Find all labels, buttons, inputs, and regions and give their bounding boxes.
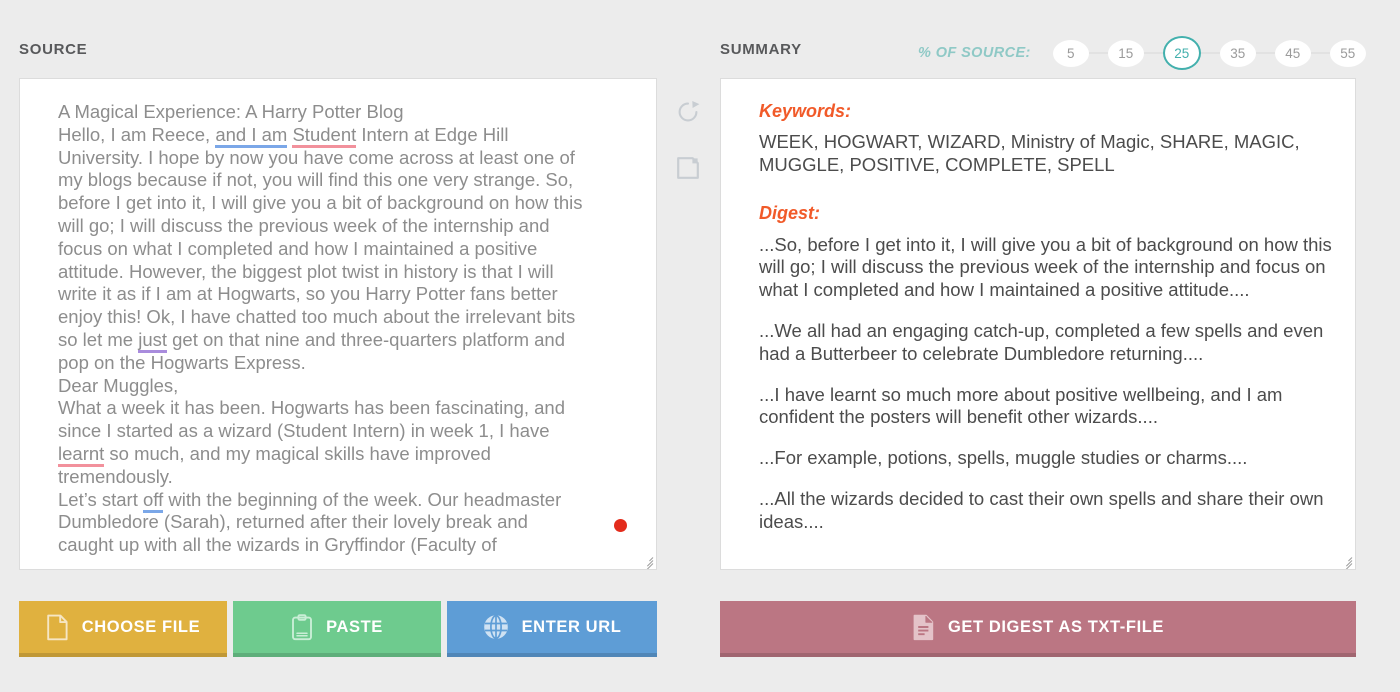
source-textarea[interactable]: A Magical Experience: A Harry Potter Blo… xyxy=(19,78,657,570)
percent-step-45[interactable]: 45 xyxy=(1274,39,1311,67)
source-line: A Magical Experience: A Harry Potter Blo… xyxy=(58,101,404,122)
enter-url-button[interactable]: ENTER URL xyxy=(447,601,657,657)
middle-toolbar xyxy=(668,92,712,188)
source-line: learnt so much, and my magical skills ha… xyxy=(58,442,491,467)
get-digest-label: GET DIGEST AS TXT-FILE xyxy=(947,617,1165,636)
source-line: tremendously. xyxy=(58,465,173,487)
choose-file-label: CHOOSE FILE xyxy=(81,617,201,636)
source-line: Dumbledore (Sarah), returned after their… xyxy=(58,511,528,533)
digest-paragraph: ...So, before I get into it, I will give… xyxy=(759,233,1332,301)
source-line: since I started as a wizard (Student Int… xyxy=(58,420,550,442)
source-line: attitude. However, the biggest plot twis… xyxy=(58,260,554,282)
paste-button[interactable]: PASTE xyxy=(233,601,441,657)
panel-headers: SOURCE SUMMARY % OF SOURCE: 5 15 25 35 4… xyxy=(0,36,1400,70)
percent-step-55[interactable]: 55 xyxy=(1329,39,1366,67)
keywords-heading: Keywords: xyxy=(759,101,852,121)
paste-label: PASTE xyxy=(326,617,383,636)
percent-connector xyxy=(1310,52,1330,54)
digest-paragraph: ...I have learnt so much more about posi… xyxy=(759,383,1283,428)
percent-step-track: 5 15 25 35 45 55 xyxy=(1052,36,1366,70)
source-line: University. I hope by now you have come … xyxy=(58,146,575,168)
percent-step-35[interactable]: 35 xyxy=(1219,39,1256,67)
source-line: pop on the Hogwarts Express. xyxy=(58,351,306,373)
globe-icon xyxy=(483,614,509,640)
page-title-source: SOURCE xyxy=(19,41,88,58)
source-line: Hello, I am Reece, and I am Student Inte… xyxy=(58,123,508,148)
source-line: What a week it has been. Hogwarts has be… xyxy=(58,397,565,419)
percent-connector xyxy=(1255,52,1275,54)
digest-paragraph: ...We all had an engaging catch-up, comp… xyxy=(759,319,1324,364)
page-title-summary: SUMMARY xyxy=(720,41,802,58)
summary-text-body: Keywords: WEEK, HOGWART, WIZARD, Ministr… xyxy=(721,79,1355,562)
source-line: focus on what I completed and how I main… xyxy=(58,237,538,259)
get-digest-button[interactable]: GET DIGEST AS TXT-FILE xyxy=(720,601,1356,657)
annotation-underline-pink: Student xyxy=(292,123,357,148)
source-line: Dear Muggles, xyxy=(58,374,179,396)
percent-connector xyxy=(1200,52,1220,54)
keywords-list: WEEK, HOGWART, WIZARD, Ministry of Magic… xyxy=(759,131,1300,175)
source-line: will go; I will discuss the previous wee… xyxy=(58,214,550,236)
percent-connector xyxy=(1088,52,1108,54)
red-dot-marker xyxy=(614,519,627,532)
source-line: so let me just get on that nine and thre… xyxy=(58,328,565,353)
percent-connector xyxy=(1143,52,1163,54)
annotation-underline-blue: off xyxy=(143,488,164,513)
new-page-icon[interactable] xyxy=(668,148,708,188)
source-line: caught up with all the wizards in Gryffi… xyxy=(58,534,497,556)
percent-of-source-selector[interactable]: % OF SOURCE: 5 15 25 35 45 55 xyxy=(918,36,1366,70)
annotation-underline-pink: learnt xyxy=(58,442,105,467)
source-text-content: A Magical Experience: A Harry Potter Blo… xyxy=(58,101,632,557)
digest-paragraph: ...For example, potions, spells, muggle … xyxy=(759,447,1248,469)
refresh-icon[interactable] xyxy=(668,92,708,132)
digest-paragraph: ...All the wizards decided to cast their… xyxy=(759,487,1324,532)
source-line: write it as if I am at Hogwarts, so you … xyxy=(58,283,558,305)
source-line: before I get into it, I will give you a … xyxy=(58,192,583,214)
digest-app: SOURCE SUMMARY % OF SOURCE: 5 15 25 35 4… xyxy=(0,0,1400,692)
annotation-underline-blue: and I am xyxy=(215,123,288,148)
choose-file-button[interactable]: CHOOSE FILE xyxy=(19,601,227,657)
summary-textarea[interactable]: Keywords: WEEK, HOGWART, WIZARD, Ministr… xyxy=(720,78,1356,570)
source-text-body[interactable]: A Magical Experience: A Harry Potter Blo… xyxy=(20,79,656,567)
file-icon xyxy=(46,614,69,641)
source-line: enjoy this! Ok, I have chatted too much … xyxy=(58,306,576,328)
digest-heading: Digest: xyxy=(759,202,821,223)
clipboard-icon xyxy=(291,613,313,641)
txt-file-icon xyxy=(912,614,935,641)
percent-step-5[interactable]: 5 xyxy=(1052,39,1089,67)
percent-step-25-selected[interactable]: 25 xyxy=(1162,36,1201,70)
source-line: Let’s start off with the beginning of th… xyxy=(58,488,561,513)
enter-url-label: ENTER URL xyxy=(521,617,622,636)
percent-of-source-label: % OF SOURCE: xyxy=(918,45,1031,61)
source-line: my blogs because if not, you will find t… xyxy=(58,169,574,191)
annotation-underline-purple: just xyxy=(138,328,167,353)
percent-step-15[interactable]: 15 xyxy=(1107,39,1144,67)
